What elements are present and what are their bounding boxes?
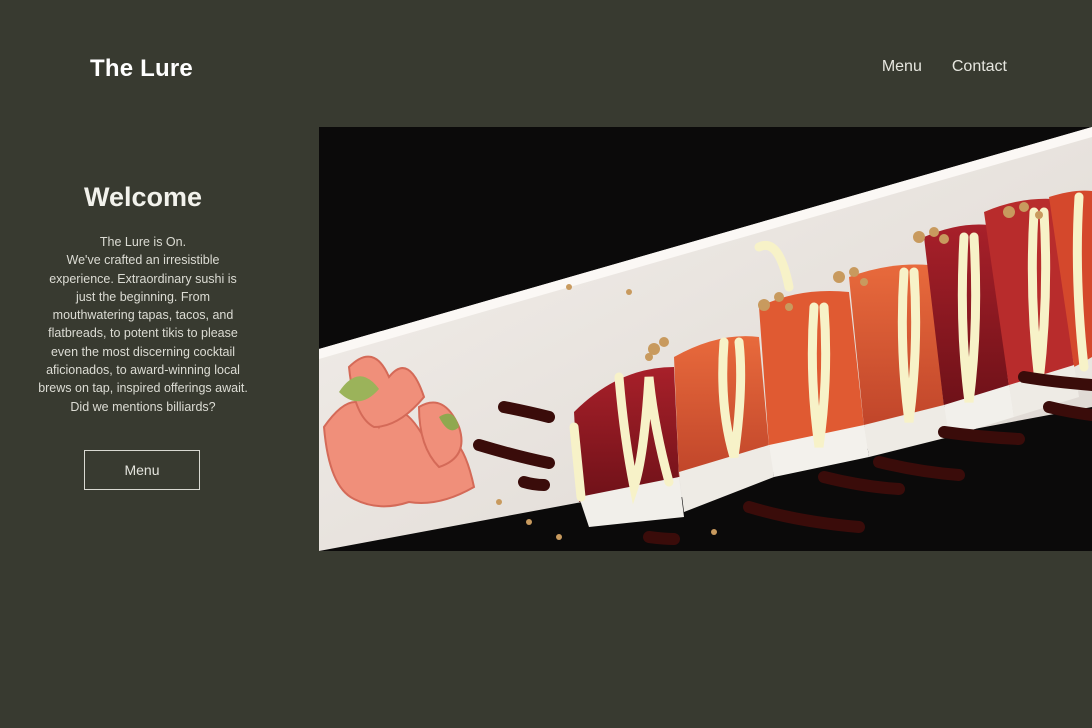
nav-link-contact[interactable]: Contact	[952, 58, 1007, 76]
menu-button[interactable]: Menu	[84, 450, 200, 490]
welcome-heading: Welcome	[83, 182, 203, 212]
sushi-roll-image	[319, 127, 1092, 551]
hero-image-sushi	[319, 127, 1092, 551]
welcome-intro-text: The Lure is On. We've crafted an irresis…	[38, 235, 248, 414]
main-nav: Menu Contact	[882, 58, 1007, 76]
page: The Lure Menu Contact Welcome The Lure i…	[0, 0, 1092, 728]
site-logo-title[interactable]: The Lure	[90, 55, 193, 83]
nav-link-menu[interactable]: Menu	[882, 58, 922, 76]
welcome-section: Welcome The Lure is On. We've crafted an…	[38, 182, 248, 416]
